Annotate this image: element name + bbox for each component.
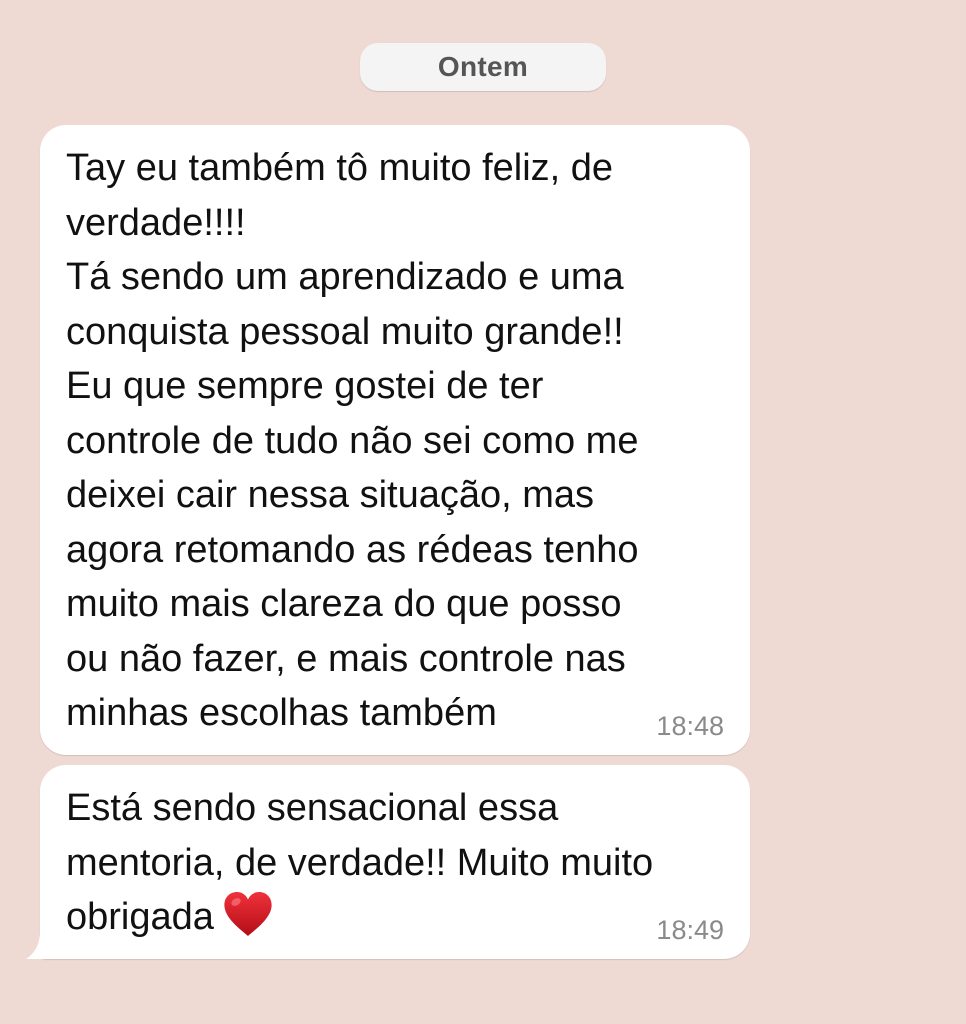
chat-area[interactable]: Ontem Tay eu também tô muito feliz, de v… bbox=[0, 0, 966, 1024]
message-text-wrapper: Está sendo sensacional essa mentoria, de… bbox=[66, 781, 676, 945]
message-bubble[interactable]: Tay eu também tô muito feliz, de verdade… bbox=[40, 125, 750, 755]
date-separator-label: Ontem bbox=[437, 51, 529, 82]
heart-icon bbox=[224, 892, 272, 936]
message-timestamp: 18:48 bbox=[656, 711, 724, 741]
date-separator: Ontem bbox=[360, 43, 606, 91]
bubble-tail bbox=[26, 914, 54, 959]
message-bubble[interactable]: Está sendo sensacional essa mentoria, de… bbox=[40, 765, 750, 959]
message-timestamp: 18:49 bbox=[656, 915, 724, 945]
message-text: Tay eu também tô muito feliz, de verdade… bbox=[66, 147, 639, 734]
message-text: Está sendo sensacional essa mentoria, de… bbox=[66, 787, 654, 938]
